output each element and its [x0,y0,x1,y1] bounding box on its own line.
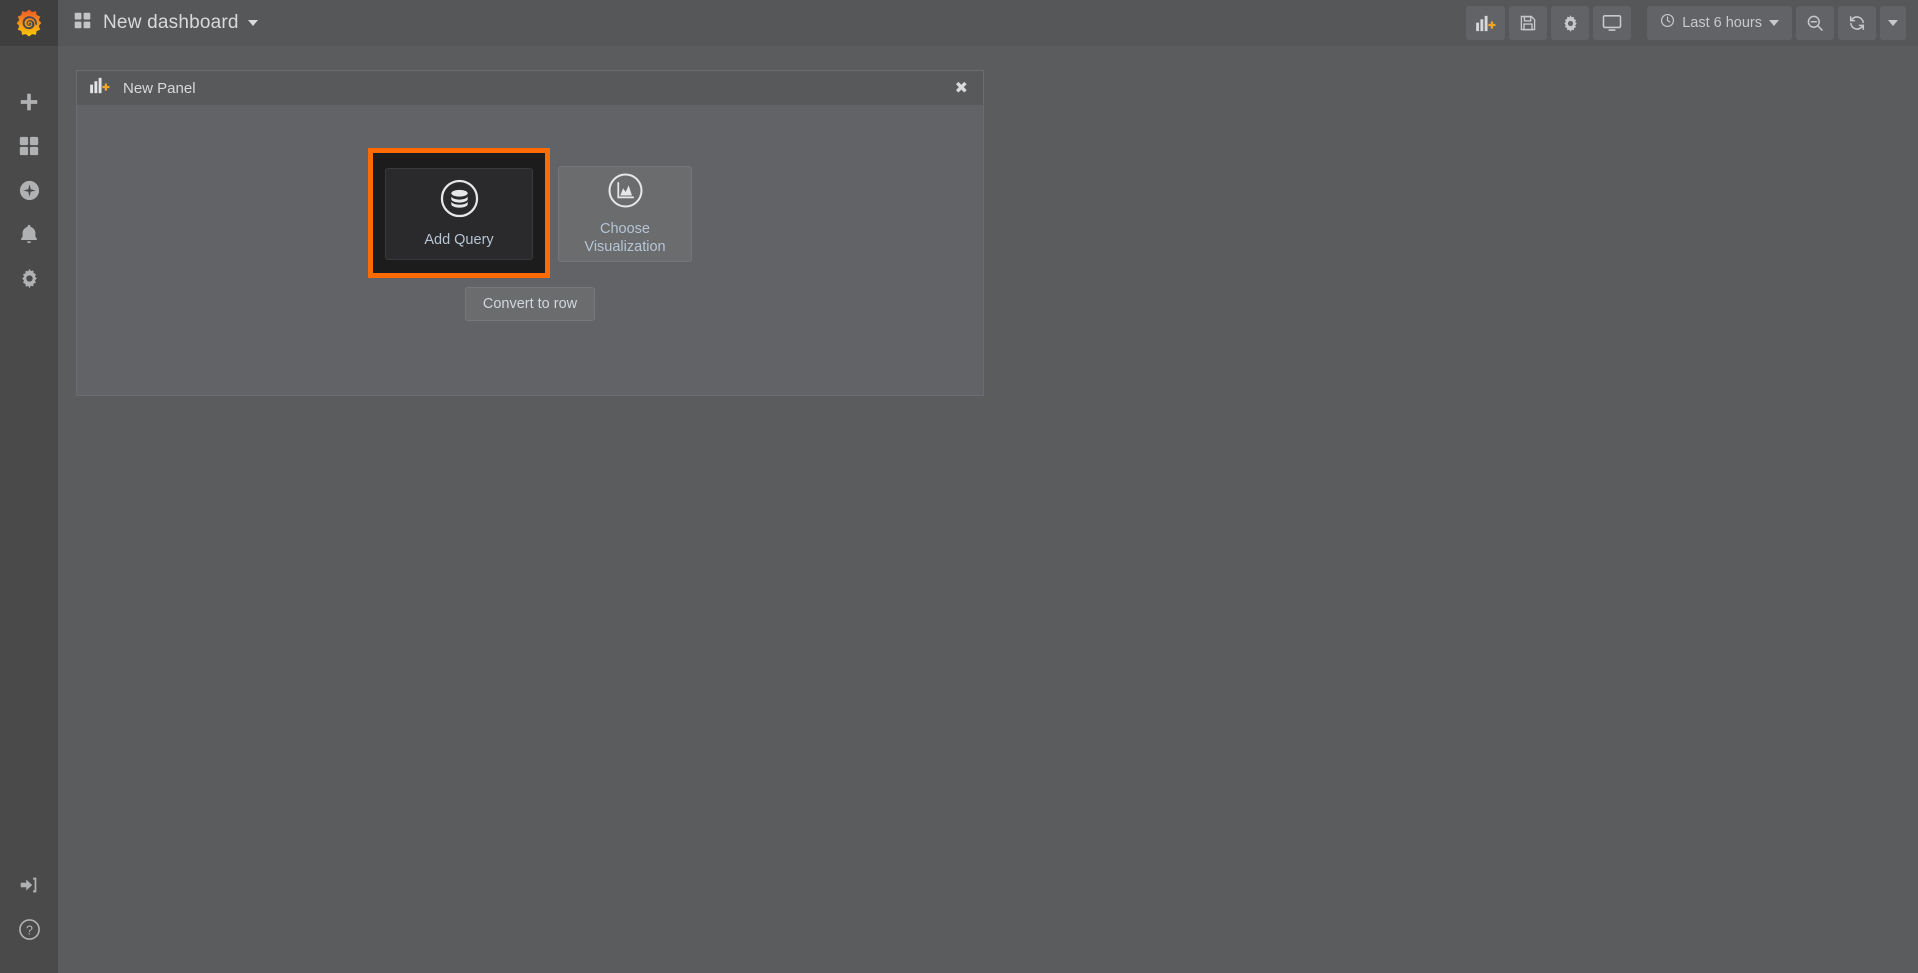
chevron-down-icon [1888,20,1898,26]
svg-text:?: ? [26,923,33,937]
clock-icon [1660,13,1675,33]
panel-card-row: Add Query Choose Visualization [368,148,692,278]
chevron-down-icon [1769,20,1779,26]
choose-visualization-card[interactable]: Choose Visualization [558,166,692,262]
grafana-logo-icon[interactable] [0,0,58,46]
save-dashboard-button[interactable] [1509,6,1548,40]
sidebar: ? [0,0,58,973]
grid-icon [74,12,91,34]
database-icon [440,179,479,223]
close-icon[interactable]: ✖ [950,77,973,99]
choose-visualization-label: Choose Visualization [584,221,665,257]
add-query-card-highlight: Add Query [368,148,550,278]
sidebar-item-explore[interactable] [0,168,58,212]
add-panel-button[interactable] [1466,6,1506,40]
choose-visualization-label-line1: Choose [600,220,650,237]
add-query-label: Add Query [424,231,494,248]
time-range-label: Last 6 hours [1682,15,1762,31]
bar-chart-plus-icon [89,77,110,99]
sidebar-item-help[interactable]: ? [0,907,58,951]
chevron-down-icon [247,20,258,26]
choose-visualization-label-line2: Visualization [584,238,666,255]
sidebar-item-create[interactable] [0,80,58,124]
refresh-button[interactable] [1838,6,1876,40]
add-query-card[interactable]: Add Query [385,168,533,260]
zoom-out-button[interactable] [1796,6,1834,40]
panel-body: Add Query Choose Visualization Convert t… [77,105,983,395]
time-range-picker[interactable]: Last 6 hours [1647,6,1792,40]
add-panel-actions: Add Query Choose Visualization Convert t… [368,148,692,321]
convert-to-row-button[interactable]: Convert to row [464,287,596,321]
sidebar-item-configuration[interactable] [0,256,58,300]
area-chart-icon [607,172,644,214]
dashboard-title-dropdown[interactable]: New dashboard [74,12,258,34]
panel-header[interactable]: New Panel ✖ [77,71,983,105]
kiosk-mode-button[interactable] [1593,6,1632,40]
panel-title: New Panel [123,79,196,97]
sidebar-item-dashboards[interactable] [0,124,58,168]
navbar-actions: Last 6 hours [1466,6,1906,40]
dashboard-panel: New Panel ✖ Add Query Choose Visualizati… [76,70,984,396]
sidebar-bottom-group: ? [0,863,58,951]
sidebar-item-alerting[interactable] [0,212,58,256]
sidebar-top-group [0,80,58,300]
refresh-interval-dropdown[interactable] [1880,6,1906,40]
top-navbar: New dashboard Last 6 hours [58,0,1918,46]
dashboard-title: New dashboard [103,12,239,33]
dashboard-settings-button[interactable] [1551,6,1590,40]
sidebar-item-sign-in[interactable] [0,863,58,907]
